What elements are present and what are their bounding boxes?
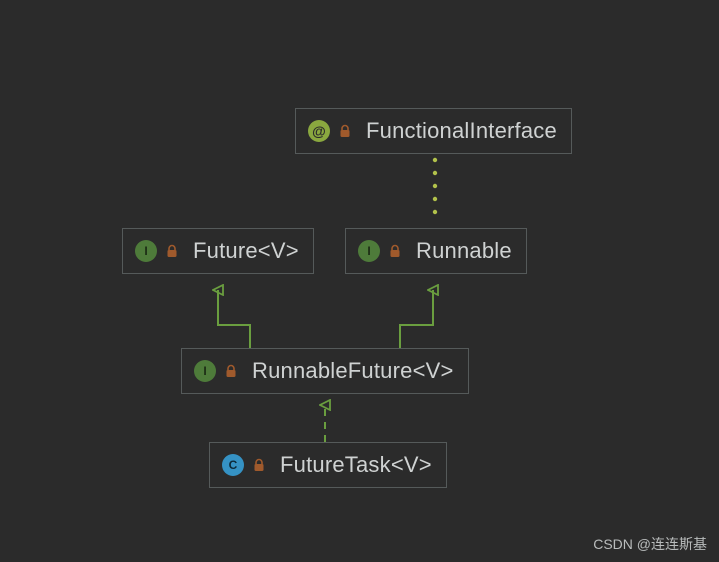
node-label: RunnableFuture<V> (252, 358, 454, 384)
class-icon: C (222, 454, 244, 476)
interface-icon: I (135, 240, 157, 262)
lock-icon (165, 244, 179, 258)
class-hierarchy-diagram: @ FunctionalInterface I Future<V> I Runn… (0, 0, 719, 562)
node-runnablefuture: I RunnableFuture<V> (181, 348, 469, 394)
node-label: Runnable (416, 238, 512, 264)
node-label: FunctionalInterface (366, 118, 557, 144)
edge-runnable-functionalinterface (433, 158, 437, 214)
node-runnable: I Runnable (345, 228, 527, 274)
edge-runnablefuture-future (218, 290, 250, 348)
lock-icon (224, 364, 238, 378)
node-functionalinterface: @ FunctionalInterface (295, 108, 572, 154)
interface-icon: I (194, 360, 216, 382)
watermark-text: CSDN @连连斯基 (593, 534, 707, 554)
node-futuretask: C FutureTask<V> (209, 442, 447, 488)
lock-icon (388, 244, 402, 258)
annotation-icon: @ (308, 120, 330, 142)
lock-icon (338, 124, 352, 138)
interface-icon: I (358, 240, 380, 262)
node-label: Future<V> (193, 238, 299, 264)
node-future: I Future<V> (122, 228, 314, 274)
lock-icon (252, 458, 266, 472)
node-label: FutureTask<V> (280, 452, 432, 478)
edge-runnablefuture-runnable (400, 290, 433, 348)
